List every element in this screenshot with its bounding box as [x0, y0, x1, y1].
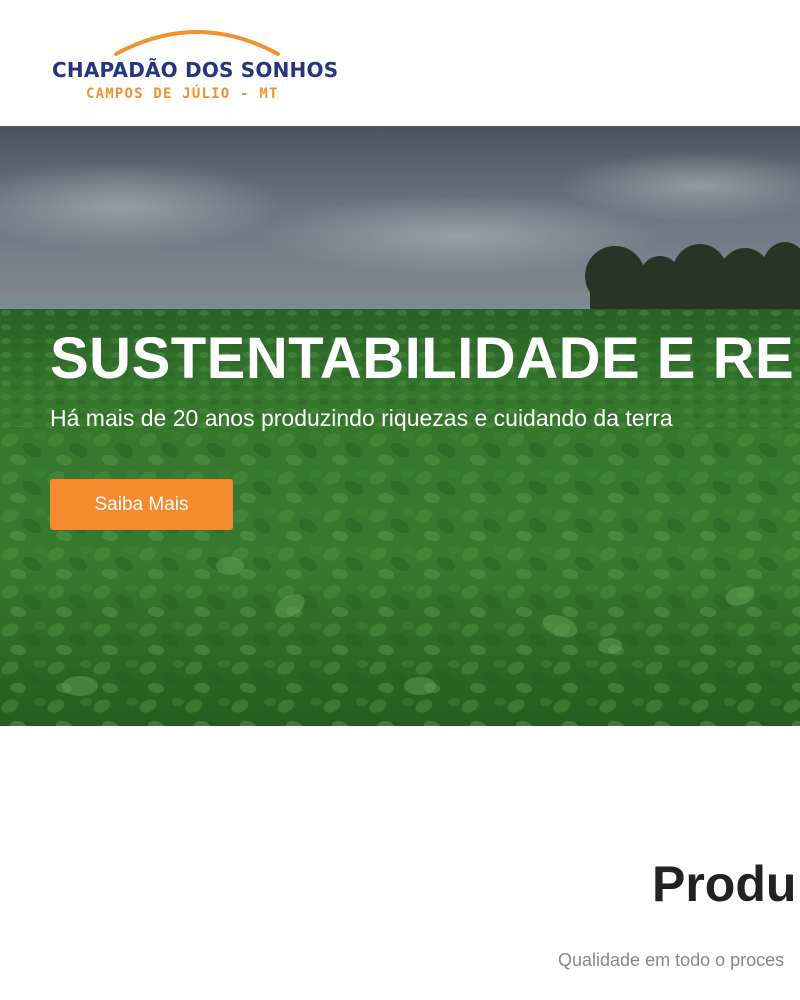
hero-banner: SUSTENTABILIDADE E RE Há mais de 20 anos…	[0, 126, 800, 726]
products-section-subtitle: Qualidade em todo o proces	[558, 950, 785, 970]
hero-title: SUSTENTABILIDADE E RE	[50, 326, 795, 391]
products-section: Produ Qualidade em todo o proces	[0, 726, 800, 1000]
logo-arc-icon	[114, 30, 280, 56]
logo-subtitle: CAMPOS DE JÚLIO - MT	[86, 86, 279, 102]
saiba-mais-button[interactable]: Saiba Mais	[50, 479, 233, 530]
page: CHAPADÃO DOS SONHOS CAMPOS DE JÚLIO - MT	[0, 0, 800, 1000]
products-section-title: Produ	[652, 856, 797, 912]
logo-title: CHAPADÃO DOS SONHOS	[52, 58, 339, 82]
site-header: CHAPADÃO DOS SONHOS CAMPOS DE JÚLIO - MT	[0, 0, 800, 126]
hero-subtitle: Há mais de 20 anos produzindo riquezas e…	[50, 405, 673, 431]
site-logo[interactable]: CHAPADÃO DOS SONHOS CAMPOS DE JÚLIO - MT	[52, 18, 342, 108]
